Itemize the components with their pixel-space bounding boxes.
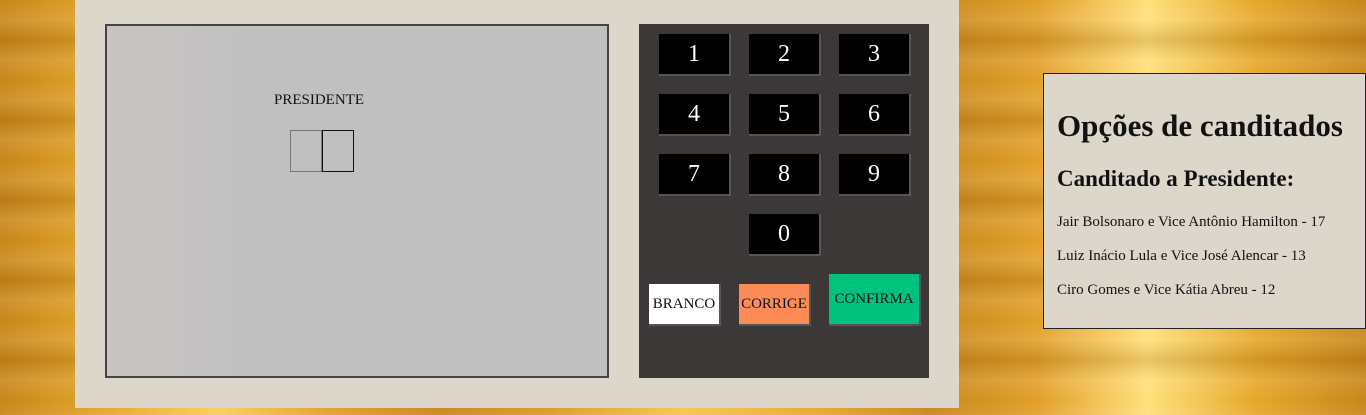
digit-box-2	[322, 130, 354, 172]
key-9[interactable]: 9	[839, 154, 911, 196]
candidates-panel: Opções de canditados Canditado a Preside…	[1043, 73, 1366, 329]
office-label: PRESIDENTE	[274, 92, 364, 108]
candidate-item: Jair Bolsonaro e Vice Antônio Hamilton -…	[1057, 214, 1326, 230]
key-3[interactable]: 3	[839, 34, 911, 76]
key-4[interactable]: 4	[659, 94, 731, 136]
confirma-button[interactable]: CONFIRMA	[829, 274, 921, 326]
panel-subtitle: Canditado a Presidente:	[1057, 166, 1295, 191]
key-8[interactable]: 8	[749, 154, 821, 196]
candidate-item: Ciro Gomes e Vice Kátia Abreu - 12	[1057, 282, 1276, 298]
voting-screen: PRESIDENTE	[105, 24, 609, 378]
key-5[interactable]: 5	[749, 94, 821, 136]
branco-button[interactable]: BRANCO	[649, 284, 721, 326]
key-2[interactable]: 2	[749, 34, 821, 76]
key-6[interactable]: 6	[839, 94, 911, 136]
candidate-item: Luiz Inácio Lula e Vice José Alencar - 1…	[1057, 248, 1306, 264]
keypad: 1 2 3 4 5 6 7 8 9 0 BRANCO CORRIGE CONFI…	[639, 24, 929, 378]
key-0[interactable]: 0	[749, 214, 821, 256]
digit-box-1	[290, 130, 322, 172]
corrige-button[interactable]: CORRIGE	[739, 284, 811, 326]
key-7[interactable]: 7	[659, 154, 731, 196]
key-1[interactable]: 1	[659, 34, 731, 76]
voting-machine: PRESIDENTE 1 2 3 4 5 6 7 8 9 0 BRANCO CO…	[75, 0, 959, 408]
panel-title: Opções de canditados	[1057, 108, 1343, 143]
